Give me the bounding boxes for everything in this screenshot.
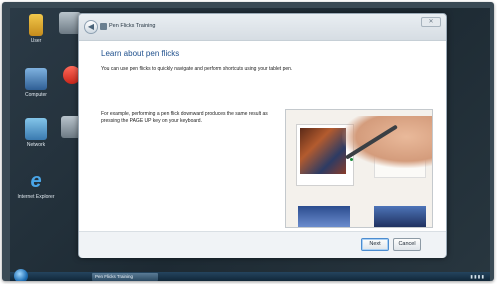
photo-frame: User Computer Network e Internet Explore… [2,2,494,281]
system-tray[interactable]: ▮ ▮ ▮ ▮ [470,273,484,281]
desktop-icon-label: User [30,38,42,44]
window-title: Pen Flicks Training [109,23,156,29]
network-icon [25,118,47,140]
taskbar-item[interactable]: Pen Flicks Training [92,273,158,281]
pen-flick-demo-image [285,109,433,228]
title-bar: ◀ Pen Flicks Training ✕ [79,14,446,41]
desktop-icon-label: Network [26,142,46,148]
taskbar: Pen Flicks Training ▮ ▮ ▮ ▮ [10,269,490,281]
page-heading: Learn about pen flicks [101,49,180,58]
desktop-icon-label: Computer [25,92,47,98]
user-folder-icon [29,14,43,36]
hand-image [342,116,432,168]
desktop-icon-label: Internet Explorer [17,194,55,200]
dialog-footer: Next Cancel [79,231,446,258]
desktop-icon-internet-explorer[interactable]: e Internet Explorer [14,170,58,200]
demo-photo [300,128,346,174]
close-button[interactable]: ✕ [421,17,441,27]
internet-explorer-icon: e [30,170,42,192]
desktop: User Computer Network e Internet Explore… [10,8,490,272]
intro-text: You can use pen flicks to quickly naviga… [101,66,293,72]
content-area: Learn about pen flicks You can use pen f… [79,41,446,231]
pen-tip-icon [350,158,353,161]
example-text: For example, performing a pen flick down… [101,111,268,124]
demo-thumbnail [298,206,350,227]
start-button[interactable] [14,269,28,281]
computer-icon [25,68,47,90]
demo-thumbnail [374,206,426,227]
cancel-button[interactable]: Cancel [393,238,421,251]
pen-flicks-training-window: ◀ Pen Flicks Training ✕ Learn about pen … [78,13,447,258]
pen-app-icon [100,23,107,30]
next-button[interactable]: Next [361,238,389,251]
back-button[interactable]: ◀ [84,20,98,34]
